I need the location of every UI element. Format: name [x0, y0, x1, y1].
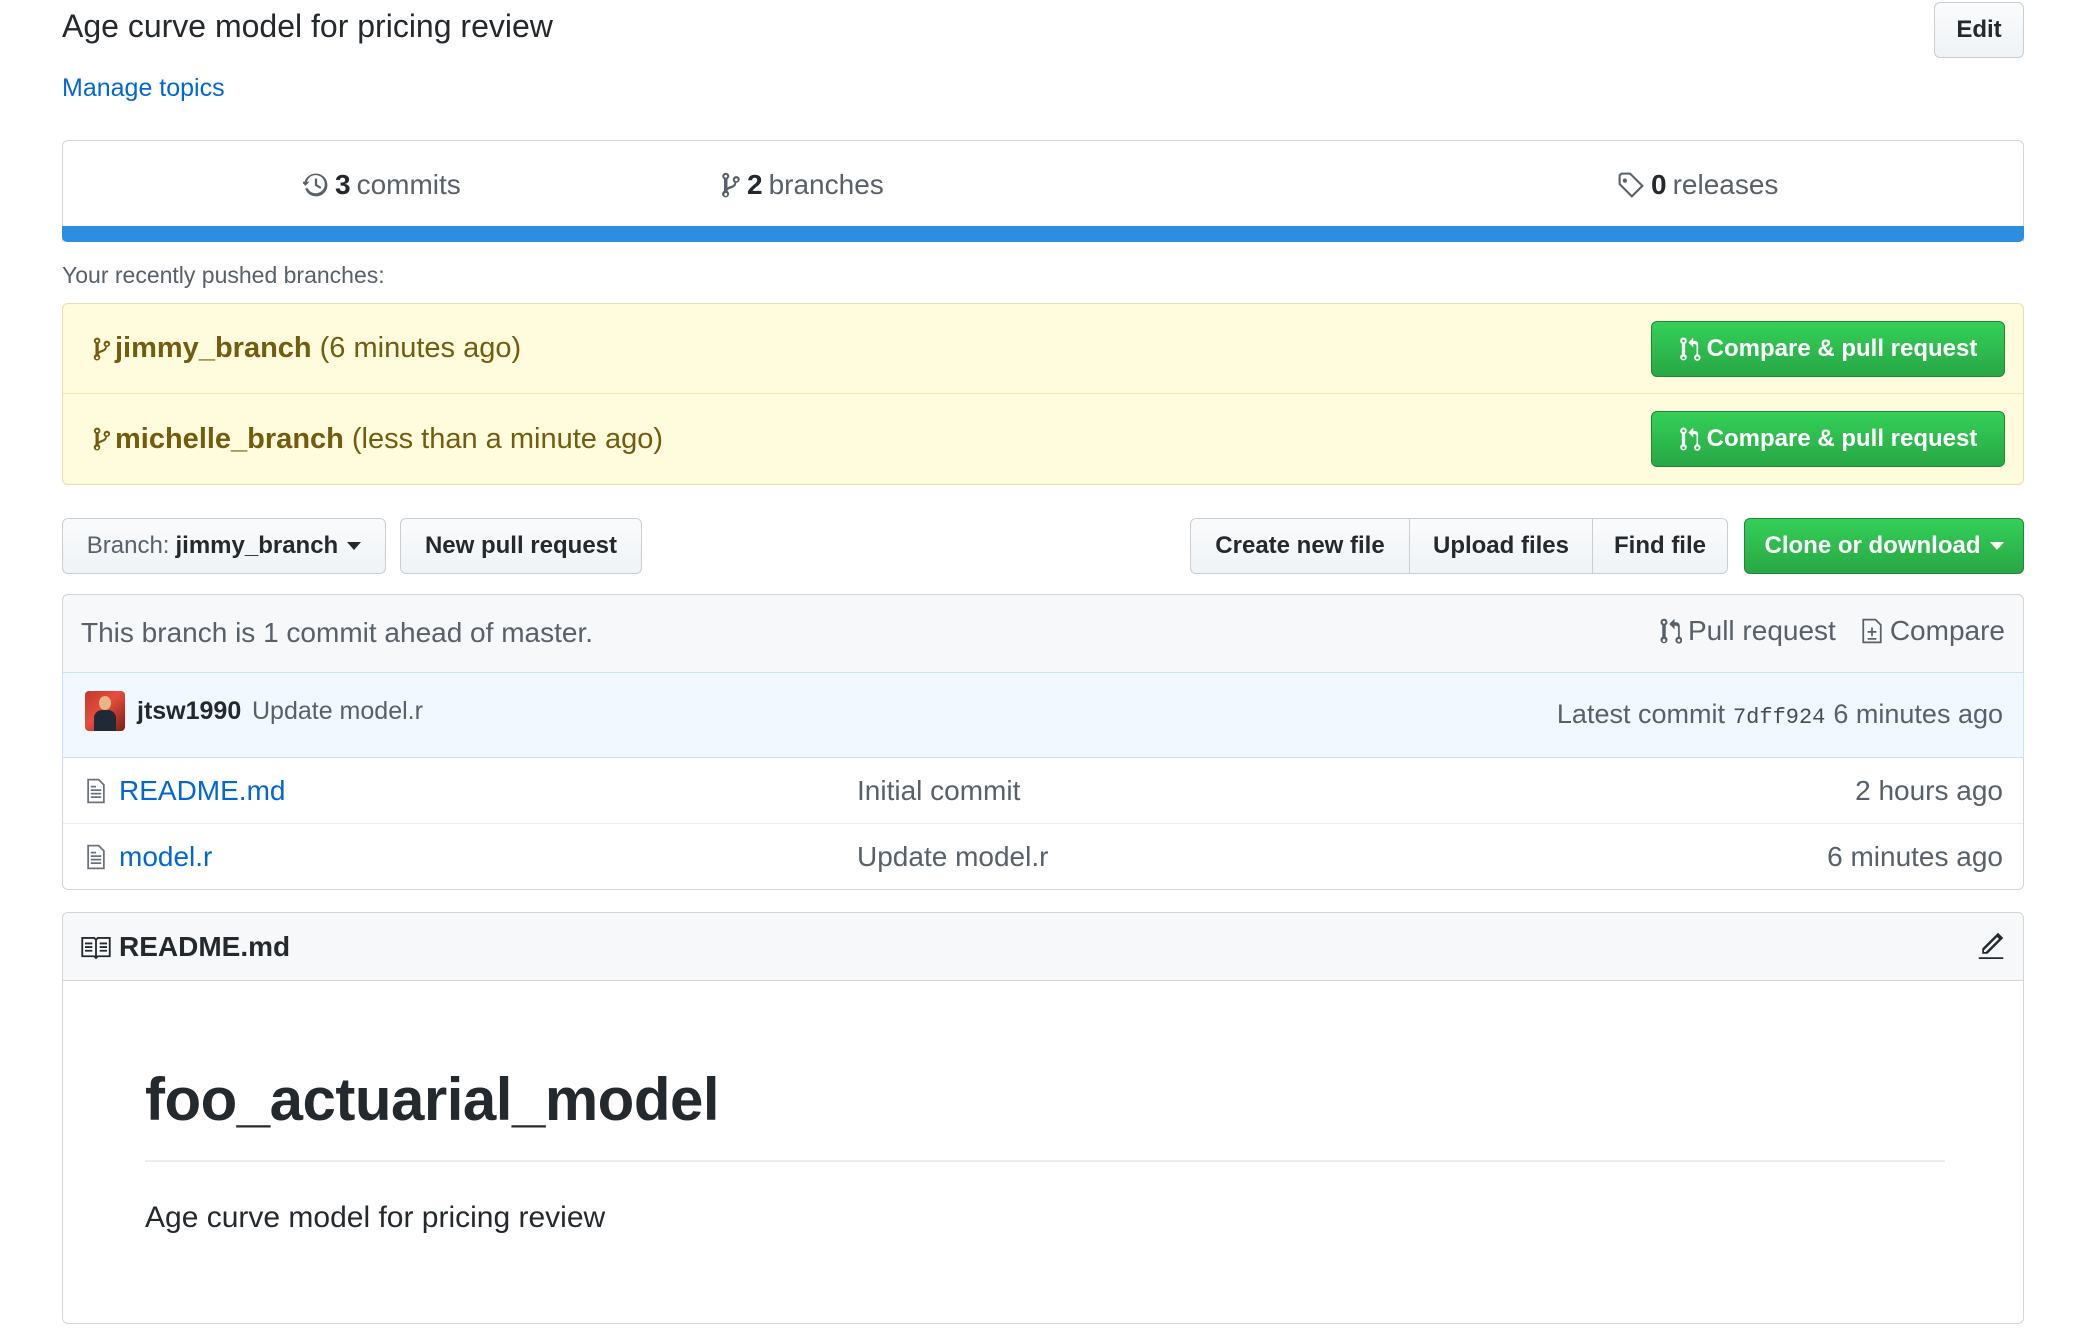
commits-link[interactable]: 3 commits: [303, 169, 461, 201]
recent-branch-row: michelle_branch (less than a minute ago)…: [63, 394, 2023, 484]
commit-message[interactable]: Update model.r: [252, 697, 423, 726]
file-commit-message[interactable]: Update model.r: [857, 841, 1048, 873]
git-branch-icon: [93, 426, 111, 452]
branch-infobar: This branch is 1 commit ahead of master.…: [62, 594, 2024, 672]
recent-branch-name: michelle_branch (less than a minute ago): [93, 423, 663, 456]
pull-request-label: Pull request: [1687, 615, 1836, 646]
branch-select-value: jimmy_branch: [175, 532, 339, 559]
file-name-link[interactable]: README.md: [119, 775, 285, 807]
branches-label: branches: [768, 169, 884, 200]
file-diff-icon: [1860, 617, 1884, 645]
readme-filename: README.md: [119, 931, 291, 962]
file-actions-group: Create new file Upload files Find file: [1190, 518, 1728, 574]
language-bar[interactable]: [62, 226, 2024, 242]
branch-push-time: (less than a minute ago): [351, 422, 663, 455]
releases-link[interactable]: 0 releases: [1617, 169, 1778, 201]
releases-label: releases: [1672, 169, 1779, 200]
new-pull-request-button[interactable]: New pull request: [400, 518, 642, 574]
repository-page: Age curve model for pricing review Manag…: [0, 0, 2078, 1342]
branches-count: 2: [747, 169, 763, 200]
git-branch-icon: [93, 336, 111, 362]
create-new-file-button[interactable]: Create new file: [1190, 518, 1410, 574]
find-file-button[interactable]: Find file: [1592, 518, 1728, 574]
commit-age: 6 minutes ago: [1833, 699, 2003, 729]
compare-pull-request-label: Compare & pull request: [1706, 425, 1978, 452]
git-pull-request-icon: [1660, 617, 1682, 645]
file-commit-message[interactable]: Initial commit: [857, 775, 1020, 807]
upload-files-button[interactable]: Upload files: [1409, 518, 1593, 574]
compare-link[interactable]: Compare: [1860, 615, 2005, 647]
tag-icon: [1617, 171, 1645, 199]
history-icon: [303, 172, 329, 198]
branch-status-text: This branch is 1 commit ahead of master.: [81, 617, 593, 648]
file-name-link[interactable]: model.r: [119, 841, 212, 873]
readme-paragraph: Age curve model for pricing review: [145, 1201, 606, 1234]
latest-commit-label: Latest commit: [1556, 699, 1725, 729]
branch-actions: Pull request Compare: [1636, 615, 2005, 647]
file-icon: [85, 843, 107, 876]
compare-pull-request-label: Compare & pull request: [1706, 334, 1978, 362]
branch-link[interactable]: michelle_branch: [115, 423, 344, 456]
readme-box: README.md foo_actuarial_model Age curve …: [62, 912, 2024, 1324]
file-icon: [85, 777, 107, 810]
table-row: model.r Update model.r 6 minutes ago: [63, 824, 2023, 890]
recent-branches-label: Your recently pushed branches:: [62, 262, 385, 288]
latest-commit-info: Latest commit 7dff924 6 minutes ago: [1557, 699, 2003, 730]
releases-count: 0: [1651, 169, 1667, 200]
clone-or-download-button[interactable]: Clone or download: [1744, 518, 2024, 574]
book-icon: [81, 937, 111, 964]
manage-topics-link[interactable]: Manage topics: [62, 74, 225, 103]
clone-or-download-label: Clone or download: [1764, 532, 1981, 559]
recent-branch-name: jimmy_branch (6 minutes ago): [93, 332, 521, 365]
repo-description: Age curve model for pricing review: [62, 8, 553, 44]
file-age: 6 minutes ago: [1827, 841, 2003, 872]
readme-heading: foo_actuarial_model: [145, 1066, 720, 1133]
avatar[interactable]: [85, 691, 125, 731]
branch-select-button[interactable]: Branch: jimmy_branch: [62, 518, 386, 574]
pencil-icon[interactable]: [1977, 931, 2005, 964]
file-age: 2 hours ago: [1855, 775, 2003, 806]
commit-author[interactable]: jtsw1990: [137, 697, 241, 726]
branches-link[interactable]: 2 branches: [721, 169, 884, 201]
git-pull-request-icon: [1679, 336, 1701, 362]
recent-branch-row: jimmy_branch (6 minutes ago) Compare & p…: [63, 304, 2023, 394]
commits-label: commits: [356, 169, 461, 200]
latest-commit-bar: jtsw1990 Update model.r Latest commit 7d…: [62, 672, 2024, 758]
edit-button[interactable]: Edit: [1934, 2, 2024, 58]
compare-pull-request-button[interactable]: Compare & pull request: [1651, 411, 2005, 467]
pull-request-link[interactable]: Pull request: [1660, 615, 1836, 647]
commits-count: 3: [335, 169, 351, 200]
git-pull-request-icon: [1679, 426, 1701, 452]
readme-header: README.md: [63, 913, 2023, 981]
branch-select-prefix: Branch:: [86, 532, 170, 559]
chevron-down-icon: [347, 542, 362, 550]
compare-pull-request-button[interactable]: Compare & pull request: [1651, 320, 2005, 377]
file-list: README.md Initial commit 2 hours ago mod…: [62, 758, 2024, 890]
branch-link[interactable]: jimmy_branch: [115, 332, 312, 365]
git-branch-icon: [721, 171, 741, 199]
readme-divider: [145, 1160, 1945, 1162]
commit-sha-link[interactable]: 7dff924: [1733, 705, 1825, 730]
table-row: README.md Initial commit 2 hours ago: [63, 758, 2023, 824]
recent-branches: jimmy_branch (6 minutes ago) Compare & p…: [62, 303, 2024, 485]
branch-push-time: (6 minutes ago): [319, 332, 522, 364]
chevron-down-icon: [1989, 542, 2004, 550]
compare-label: Compare: [1889, 615, 2005, 646]
